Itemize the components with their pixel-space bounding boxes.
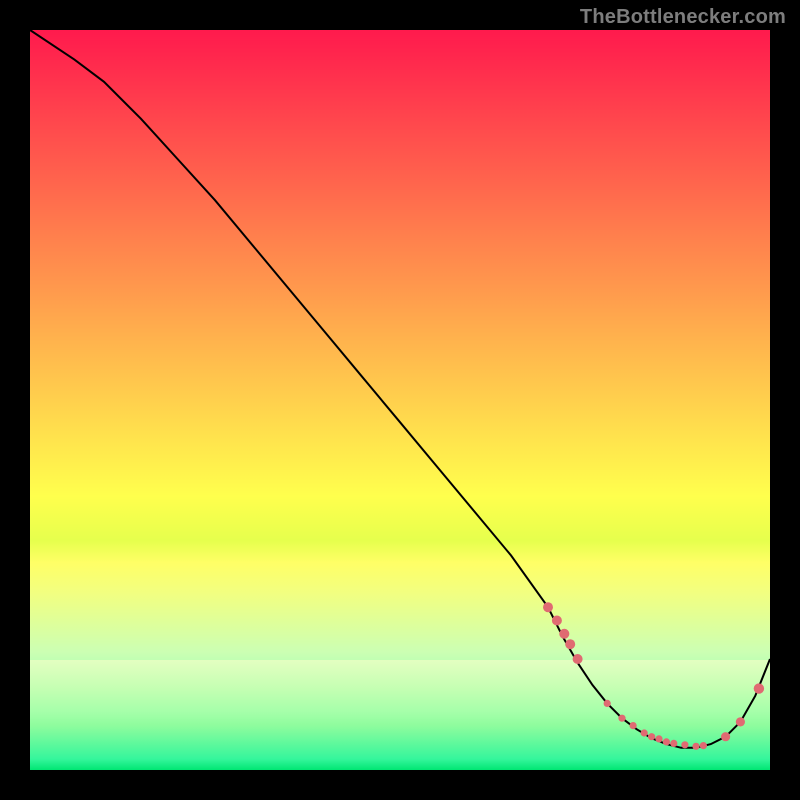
highlight-dot <box>641 729 648 736</box>
highlight-dot <box>543 602 553 612</box>
highlight-dot <box>655 735 662 742</box>
highlight-dot <box>721 732 730 741</box>
highlight-dot <box>573 654 583 664</box>
highlight-dot <box>663 738 670 745</box>
highlight-dot <box>552 616 562 626</box>
highlight-dots-group <box>543 602 764 750</box>
highlight-dot <box>692 743 699 750</box>
attribution-label: TheBottlenecker.com <box>580 6 786 29</box>
green-band <box>30 660 770 770</box>
highlight-dot <box>681 741 688 748</box>
highlight-dot <box>648 733 655 740</box>
plot-area <box>30 30 770 770</box>
highlight-dot <box>559 629 569 639</box>
highlight-dot <box>630 722 637 729</box>
highlight-dot <box>604 700 611 707</box>
highlight-dot <box>700 742 707 749</box>
highlight-dot <box>670 740 677 747</box>
highlight-dot <box>618 715 625 722</box>
bottleneck-curve <box>30 30 770 748</box>
highlight-dot <box>736 717 745 726</box>
highlight-dot <box>565 639 575 649</box>
highlight-dot <box>754 683 764 693</box>
curve-svg <box>30 30 770 770</box>
chart-stage: TheBottlenecker.com <box>0 0 800 800</box>
